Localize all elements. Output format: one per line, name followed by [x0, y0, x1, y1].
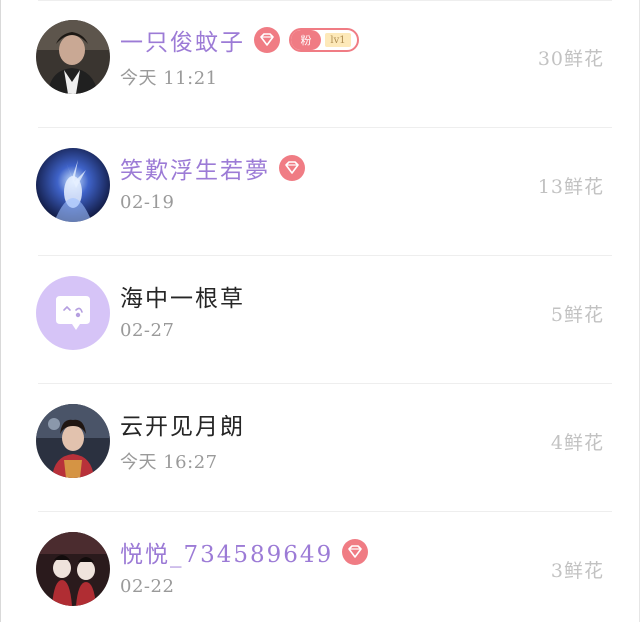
list-item[interactable]: 云开见月朗 今天 16:27 4鲜花: [0, 384, 640, 512]
flower-count: 3鲜花: [550, 560, 604, 582]
fan-label: 粉: [291, 30, 321, 50]
diamond-badge-icon: [253, 26, 281, 54]
fan-level-badge: 粉 lv1: [289, 28, 359, 52]
list-item[interactable]: 悦悦_734589649 02-22 3鲜花: [0, 512, 640, 640]
user-name[interactable]: 一只俊蚊子: [120, 23, 245, 57]
default-chat-avatar-icon: [36, 276, 110, 350]
flower-count: 5鲜花: [550, 304, 604, 326]
timestamp: 02-27: [120, 320, 175, 341]
list-item[interactable]: 海中一根草 02-27 5鲜花: [0, 256, 640, 384]
timestamp: 02-22: [120, 576, 175, 597]
user-name[interactable]: 云开见月朗: [120, 407, 245, 441]
flower-count: 13鲜花: [537, 176, 604, 198]
avatar[interactable]: [36, 532, 110, 606]
diamond-badge-icon: [278, 154, 306, 182]
diamond-badge-icon: [341, 538, 369, 566]
user-name[interactable]: 海中一根草: [120, 279, 245, 313]
timestamp: 02-19: [120, 192, 175, 213]
avatar[interactable]: [36, 276, 110, 350]
user-name[interactable]: 悦悦_734589649: [120, 535, 333, 569]
user-photo-icon: [36, 532, 110, 606]
user-photo-icon: [36, 404, 110, 478]
user-photo-icon: [36, 148, 110, 222]
list-item[interactable]: 一只俊蚊子 粉 lv1 今天 11:21 30鲜花: [0, 0, 640, 128]
gift-ranking-list: 一只俊蚊子 粉 lv1 今天 11:21 30鲜花 笑歎浮生若夢 02-19 1…: [0, 0, 640, 640]
flower-count: 4鲜花: [550, 432, 604, 454]
timestamp: 今天 16:27: [120, 452, 218, 473]
avatar[interactable]: [36, 20, 110, 94]
avatar[interactable]: [36, 404, 110, 478]
user-name[interactable]: 笑歎浮生若夢: [120, 151, 270, 185]
flower-count: 30鲜花: [537, 48, 604, 70]
timestamp: 今天 11:21: [120, 68, 218, 89]
fan-level: lv1: [325, 33, 351, 47]
list-item[interactable]: 笑歎浮生若夢 02-19 13鲜花: [0, 128, 640, 256]
user-photo-icon: [36, 20, 110, 94]
avatar[interactable]: [36, 148, 110, 222]
